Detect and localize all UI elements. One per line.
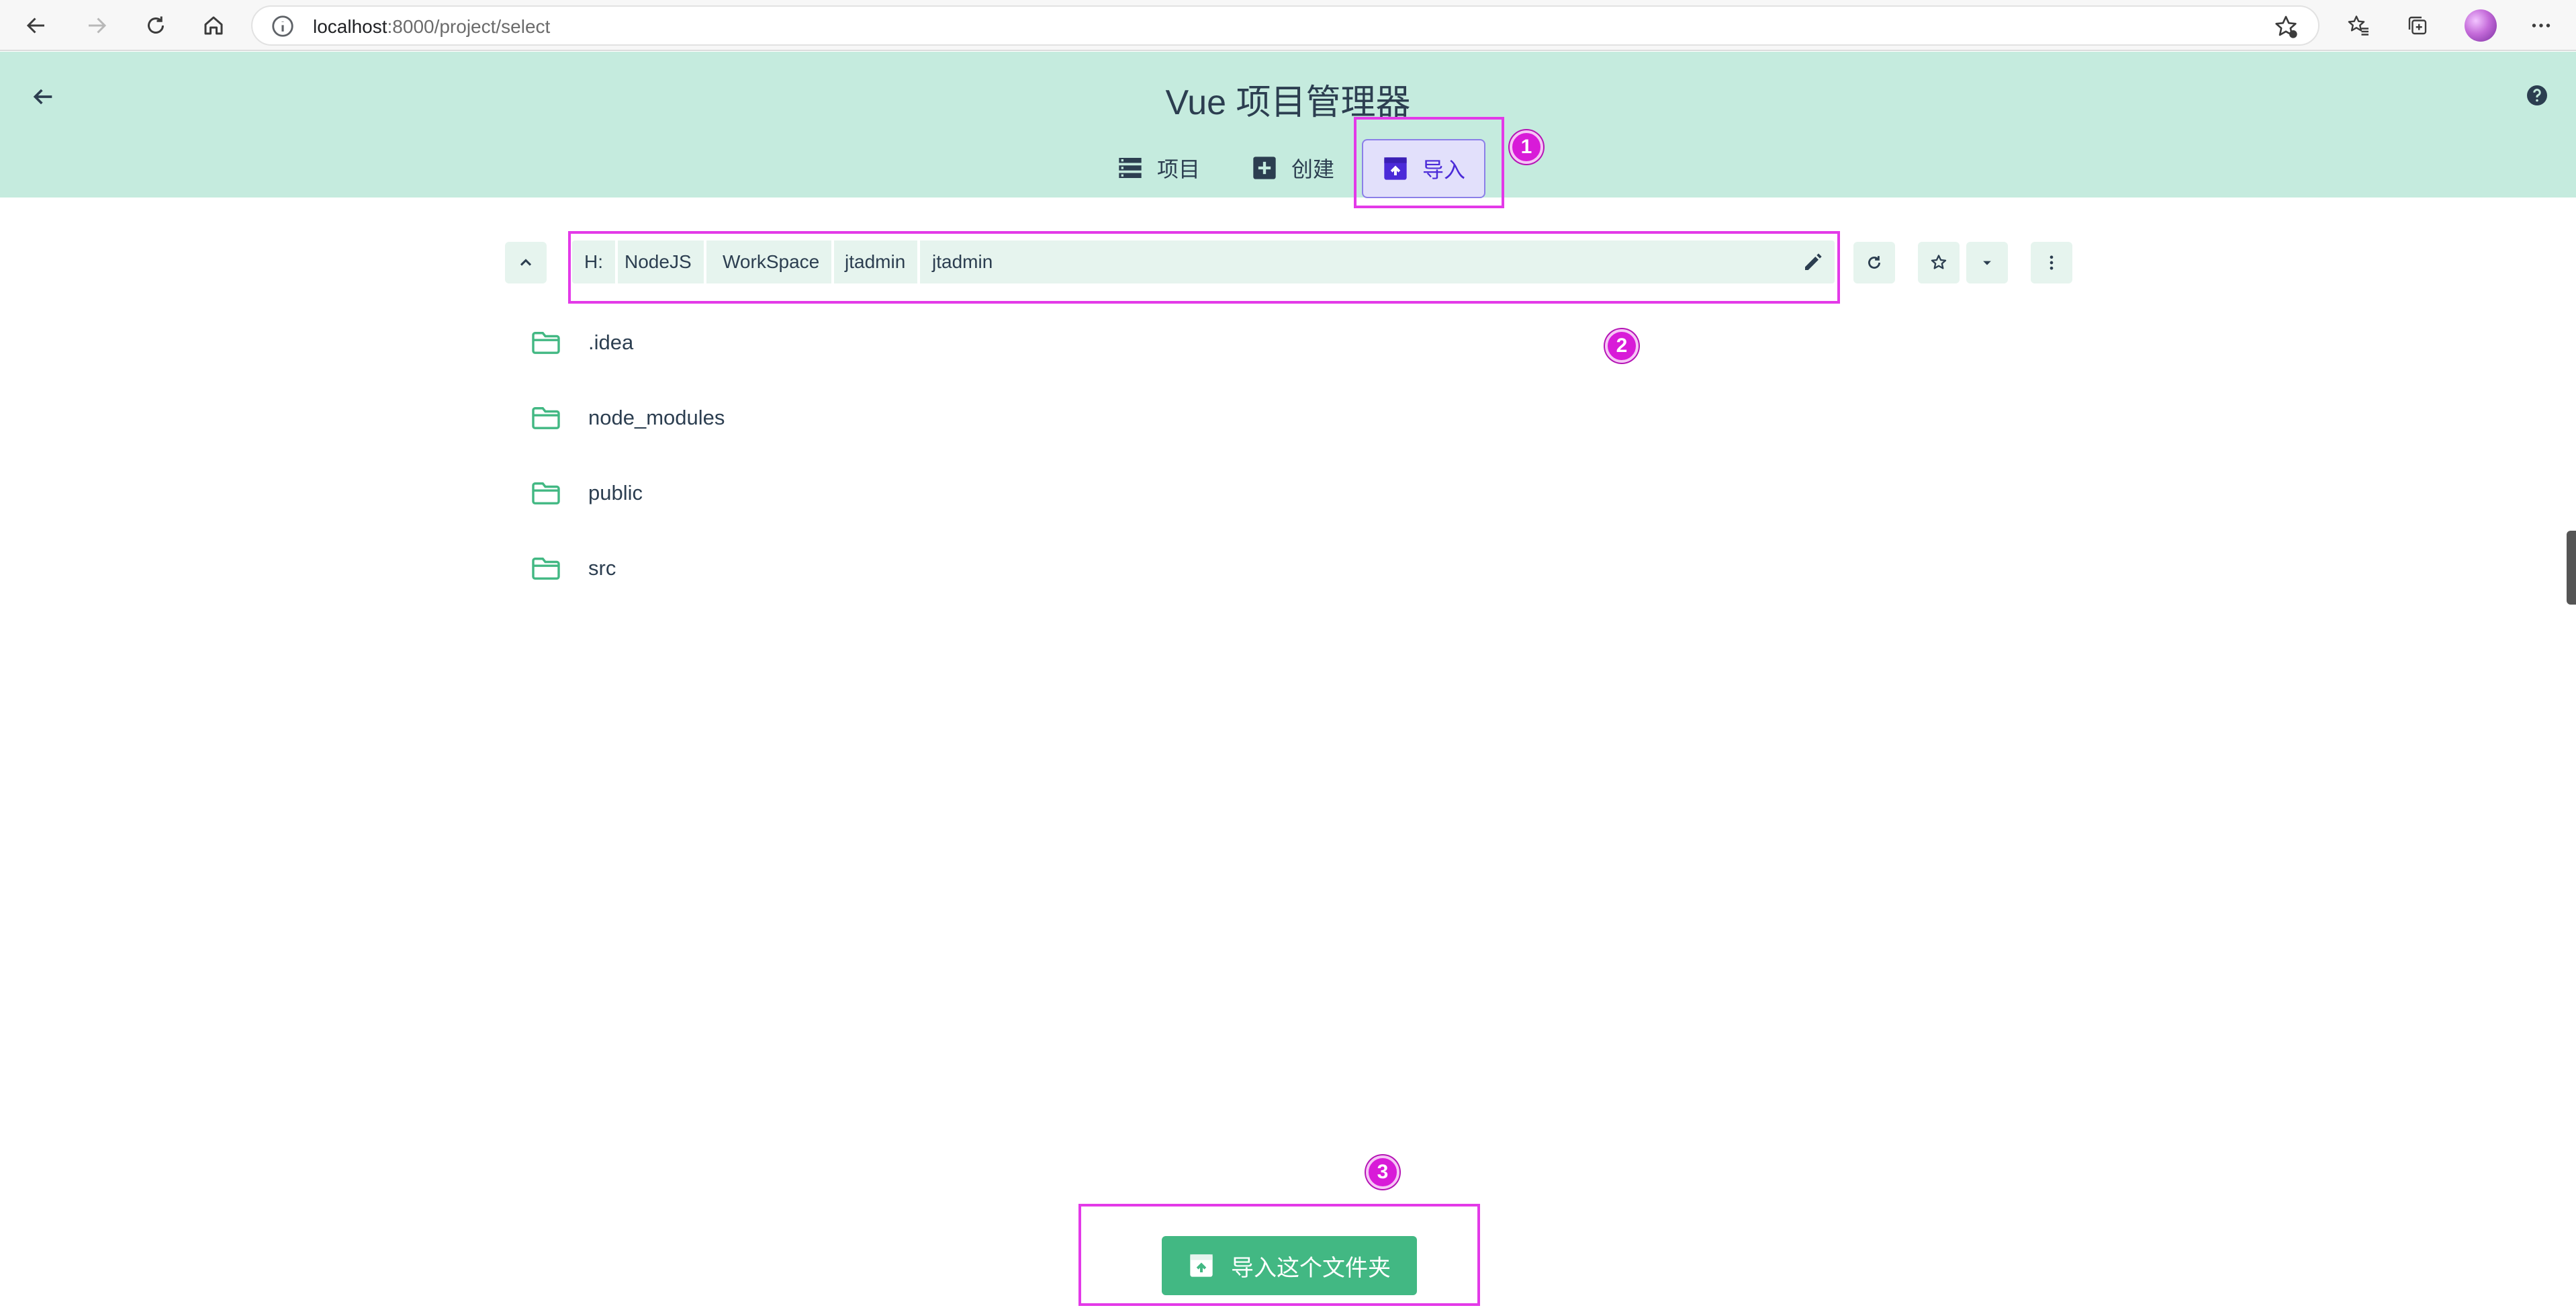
refresh-icon: [1868, 256, 1880, 269]
browser-toolbar: localhost:8000/project/select: [0, 0, 2576, 51]
profile-avatar[interactable]: [2465, 9, 2497, 42]
reload-icon: [148, 16, 164, 34]
home-icon: [204, 16, 223, 35]
more-vertical-icon: [2050, 255, 2054, 270]
folder-item[interactable]: src: [531, 541, 1068, 595]
annotation-number: 2: [1605, 329, 1639, 363]
folder-item[interactable]: node_modules: [531, 391, 1068, 445]
arrow-left-icon: [26, 17, 44, 34]
favorites-icon: [2348, 15, 2368, 36]
list-icon: [1119, 158, 1142, 178]
chevron-up-icon: [520, 259, 532, 266]
annotation-box-import-button: [1078, 1204, 1480, 1306]
folder-item[interactable]: public: [531, 466, 1068, 520]
browser-menu-button[interactable]: [2522, 7, 2560, 44]
folder-name: node_modules: [588, 406, 725, 429]
favorite-folder-button[interactable]: [1918, 242, 1960, 283]
browser-reload-button[interactable]: [137, 7, 175, 44]
annotation-box-import-tab: [1354, 117, 1504, 208]
browser-home-button[interactable]: [195, 7, 232, 44]
tab-projects-label: 项目: [1156, 157, 1200, 181]
folder-icon: [532, 407, 560, 429]
add-favorite-icon[interactable]: [2272, 13, 2299, 40]
url-path: :8000/project/select: [387, 16, 551, 37]
folder-name: src: [588, 556, 616, 580]
annotation-number: 3: [1366, 1155, 1399, 1189]
address-url[interactable]: localhost:8000/project/select: [313, 16, 550, 38]
collections-button[interactable]: [2399, 7, 2436, 44]
folder-icon: [532, 332, 560, 354]
more-horizontal-icon: [2532, 24, 2550, 28]
annotation-number: 1: [1510, 130, 1543, 164]
page-title: Vue 项目管理器: [1165, 83, 1411, 122]
address-bar[interactable]: localhost:8000/project/select: [251, 5, 2319, 46]
tab-projects[interactable]: 项目: [1108, 139, 1209, 197]
folder-name: public: [588, 481, 643, 505]
add-box-icon: [1253, 157, 1276, 179]
browser-back-button[interactable]: [17, 7, 55, 44]
favorites-button[interactable]: [2340, 7, 2377, 44]
folder-name: .idea: [588, 331, 634, 354]
parent-folder-button[interactable]: [505, 242, 547, 283]
folder-item[interactable]: .idea: [531, 316, 1068, 369]
tab-create-label: 创建: [1291, 157, 1334, 181]
star-outline-icon: [1931, 255, 1947, 269]
help-icon[interactable]: [2525, 83, 2549, 107]
more-options-button[interactable]: [2031, 242, 2072, 283]
info-icon[interactable]: [270, 13, 295, 39]
side-panel-handle[interactable]: [2567, 531, 2576, 605]
folder-icon: [532, 558, 560, 580]
caret-down-icon: [1983, 261, 1991, 265]
folder-icon: [532, 482, 560, 505]
app-header: Vue 项目管理器 项目 创建 导入: [0, 52, 2576, 198]
annotation-box-path-bar: [568, 231, 1840, 304]
browser-forward-button[interactable]: [78, 7, 116, 44]
collections-icon: [2408, 16, 2427, 35]
tab-create[interactable]: 创建: [1242, 139, 1343, 197]
arrow-right-icon: [89, 17, 107, 34]
favorites-dropdown-button[interactable]: [1966, 242, 2008, 283]
refresh-button[interactable]: [1853, 242, 1895, 283]
url-host: localhost: [313, 16, 387, 37]
